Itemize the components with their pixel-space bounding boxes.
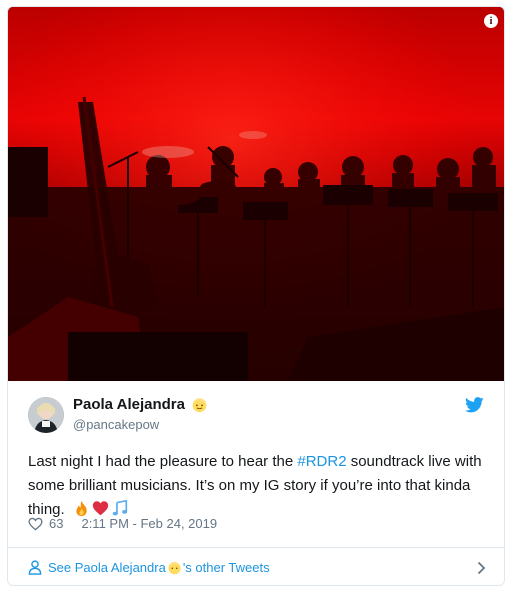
tweet-text: Last night I had the pleasure to hear th… xyxy=(28,450,488,522)
red-heart-emoji-icon xyxy=(92,501,109,516)
other-tweets-text-part1[interactable]: See Paola Alejandra xyxy=(48,560,166,575)
fire-emoji-icon xyxy=(76,500,87,517)
musical-notes-emoji-icon xyxy=(112,500,128,516)
concert-stage-photo xyxy=(8,7,504,381)
tweet-meta: 63 2:11 PM - Feb 24, 2019 xyxy=(28,516,217,531)
twitter-bird-icon[interactable] xyxy=(464,397,484,418)
like-button[interactable] xyxy=(28,517,43,531)
other-tweets-text-part2[interactable]: 's other Tweets xyxy=(183,560,270,575)
tweet-card[interactable]: i Paola Alejandra @pancakepow Last night… xyxy=(7,6,505,586)
tweet-text-part1: Last night I had the pleasure to hear th… xyxy=(28,453,298,470)
person-blond-emoji-icon xyxy=(168,561,181,575)
chevron-right-icon[interactable] xyxy=(477,561,486,575)
author-info[interactable]: Paola Alejandra @pancakepow xyxy=(73,396,208,432)
tweet-header: Paola Alejandra @pancakepow xyxy=(28,395,490,439)
person-blond-emoji xyxy=(192,398,207,413)
tweet-emojis xyxy=(73,500,128,517)
hashtag-link[interactable]: #RDR2 xyxy=(297,453,346,470)
tweet-photo[interactable]: i xyxy=(8,7,504,381)
author-handle[interactable]: @pancakepow xyxy=(73,417,208,432)
tweet-timestamp[interactable]: 2:11 PM - Feb 24, 2019 xyxy=(81,516,217,531)
other-tweets-link[interactable]: See Paola Alejandra 's other Tweets xyxy=(28,548,486,585)
person-icon xyxy=(28,560,42,575)
author-name[interactable]: Paola Alejandra xyxy=(73,396,185,413)
author-avatar[interactable] xyxy=(28,397,64,433)
like-count[interactable]: 63 xyxy=(49,516,63,531)
heart-outline-icon xyxy=(28,517,43,530)
info-button[interactable]: i xyxy=(484,14,498,28)
avatar-image xyxy=(28,397,64,433)
